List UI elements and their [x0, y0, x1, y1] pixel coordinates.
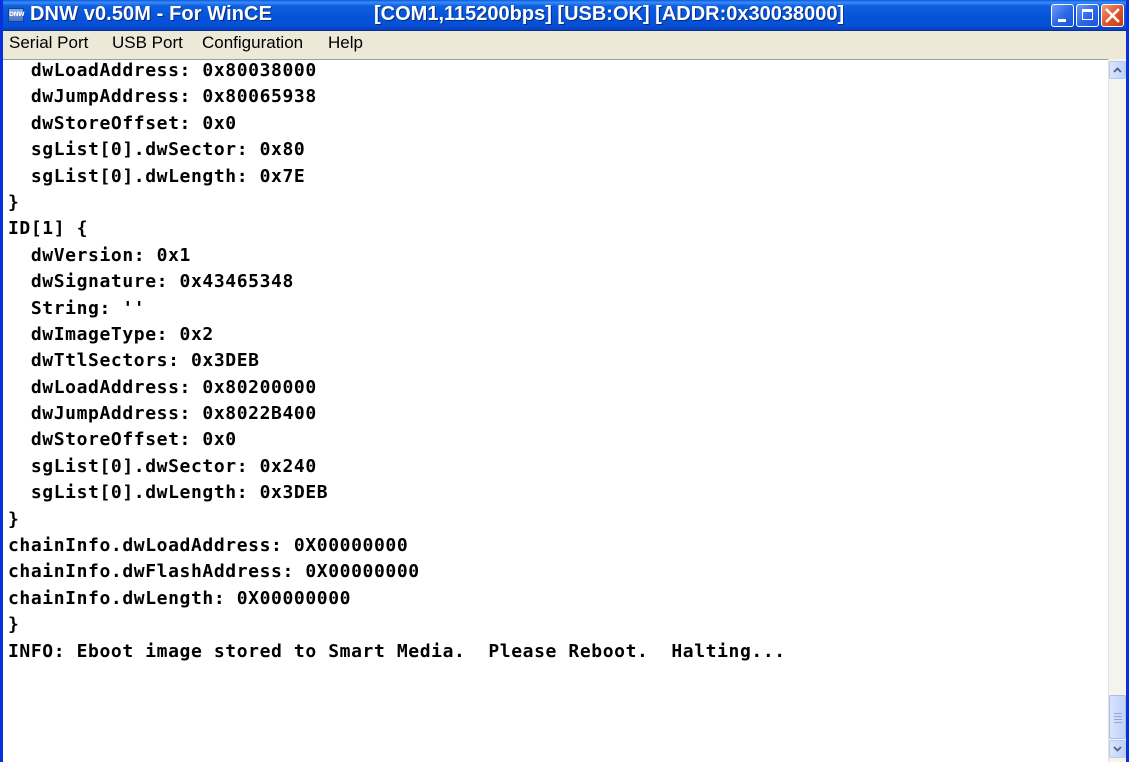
menu-usb-port[interactable]: USB Port — [107, 33, 188, 57]
window-title: DNW v0.50M - For WinCE — [30, 3, 273, 25]
console-line: sgList[0].dwSector: 0x240 — [8, 455, 317, 477]
chevron-down-icon — [1113, 746, 1122, 752]
menu-bar: Serial Port USB Port Configuration Help — [3, 31, 1126, 59]
console-line: chainInfo.dwLength: 0X00000000 — [8, 587, 352, 609]
minimize-icon — [1058, 19, 1066, 22]
menu-help[interactable]: Help — [323, 33, 368, 57]
console-line: dwJumpAddress: 0x80065938 — [8, 86, 317, 108]
console-line: dwLoadAddress: 0x80038000 — [8, 60, 317, 81]
vertical-scrollbar[interactable] — [1108, 59, 1126, 762]
console-line: } — [8, 508, 20, 530]
app-icon[interactable]: DNW — [8, 8, 25, 22]
console-line: dwVersion: 0x1 — [8, 244, 191, 266]
console-line: } — [8, 614, 20, 636]
scroll-down-button[interactable] — [1109, 740, 1126, 758]
connection-status: [COM1,115200bps] [USB:OK] [ADDR:0x300380… — [374, 3, 845, 25]
console-output[interactable]: dwLoadAddress: 0x80038000 dwJumpAddress:… — [3, 59, 1108, 762]
maximize-icon — [1082, 9, 1093, 20]
console-line: sgList[0].dwSector: 0x80 — [8, 139, 306, 161]
console-line: dwStoreOffset: 0x0 — [8, 429, 237, 451]
menu-configuration[interactable]: Configuration — [197, 33, 308, 57]
minimize-button[interactable] — [1051, 4, 1074, 27]
console-line: chainInfo.dwFlashAddress: 0X00000000 — [8, 561, 420, 583]
console-line: dwJumpAddress: 0x8022B400 — [8, 403, 317, 425]
menu-serial-port[interactable]: Serial Port — [4, 33, 93, 57]
console-line: sgList[0].dwLength: 0x3DEB — [8, 482, 329, 504]
scroll-thumb[interactable] — [1109, 695, 1126, 739]
console-line: dwTtlSectors: 0x3DEB — [8, 350, 260, 372]
close-button[interactable] — [1101, 4, 1124, 27]
console-line: ID[1] { — [8, 218, 89, 240]
close-icon — [1105, 8, 1120, 23]
console-line: String: '' — [8, 297, 146, 319]
console-line: sgList[0].dwLength: 0x7E — [8, 165, 306, 187]
maximize-button[interactable] — [1076, 4, 1099, 27]
chevron-up-icon — [1113, 67, 1122, 73]
console-lines: dwLoadAddress: 0x80038000 dwJumpAddress:… — [8, 60, 786, 693]
console-line: chainInfo.dwLoadAddress: 0X00000000 — [8, 535, 409, 557]
dnw-window: DNW DNW v0.50M - For WinCE [COM1,115200b… — [0, 0, 1129, 762]
console-line: dwLoadAddress: 0x80200000 — [8, 376, 317, 398]
console-line: INFO: Eboot image stored to Smart Media.… — [8, 640, 786, 662]
console-line: dwImageType: 0x2 — [8, 323, 214, 345]
scroll-up-button[interactable] — [1109, 61, 1126, 79]
console-line: dwSignature: 0x43465348 — [8, 271, 294, 293]
console-line: dwStoreOffset: 0x0 — [8, 112, 237, 134]
console-line: } — [8, 191, 20, 213]
title-bar[interactable]: DNW DNW v0.50M - For WinCE [COM1,115200b… — [3, 0, 1126, 31]
